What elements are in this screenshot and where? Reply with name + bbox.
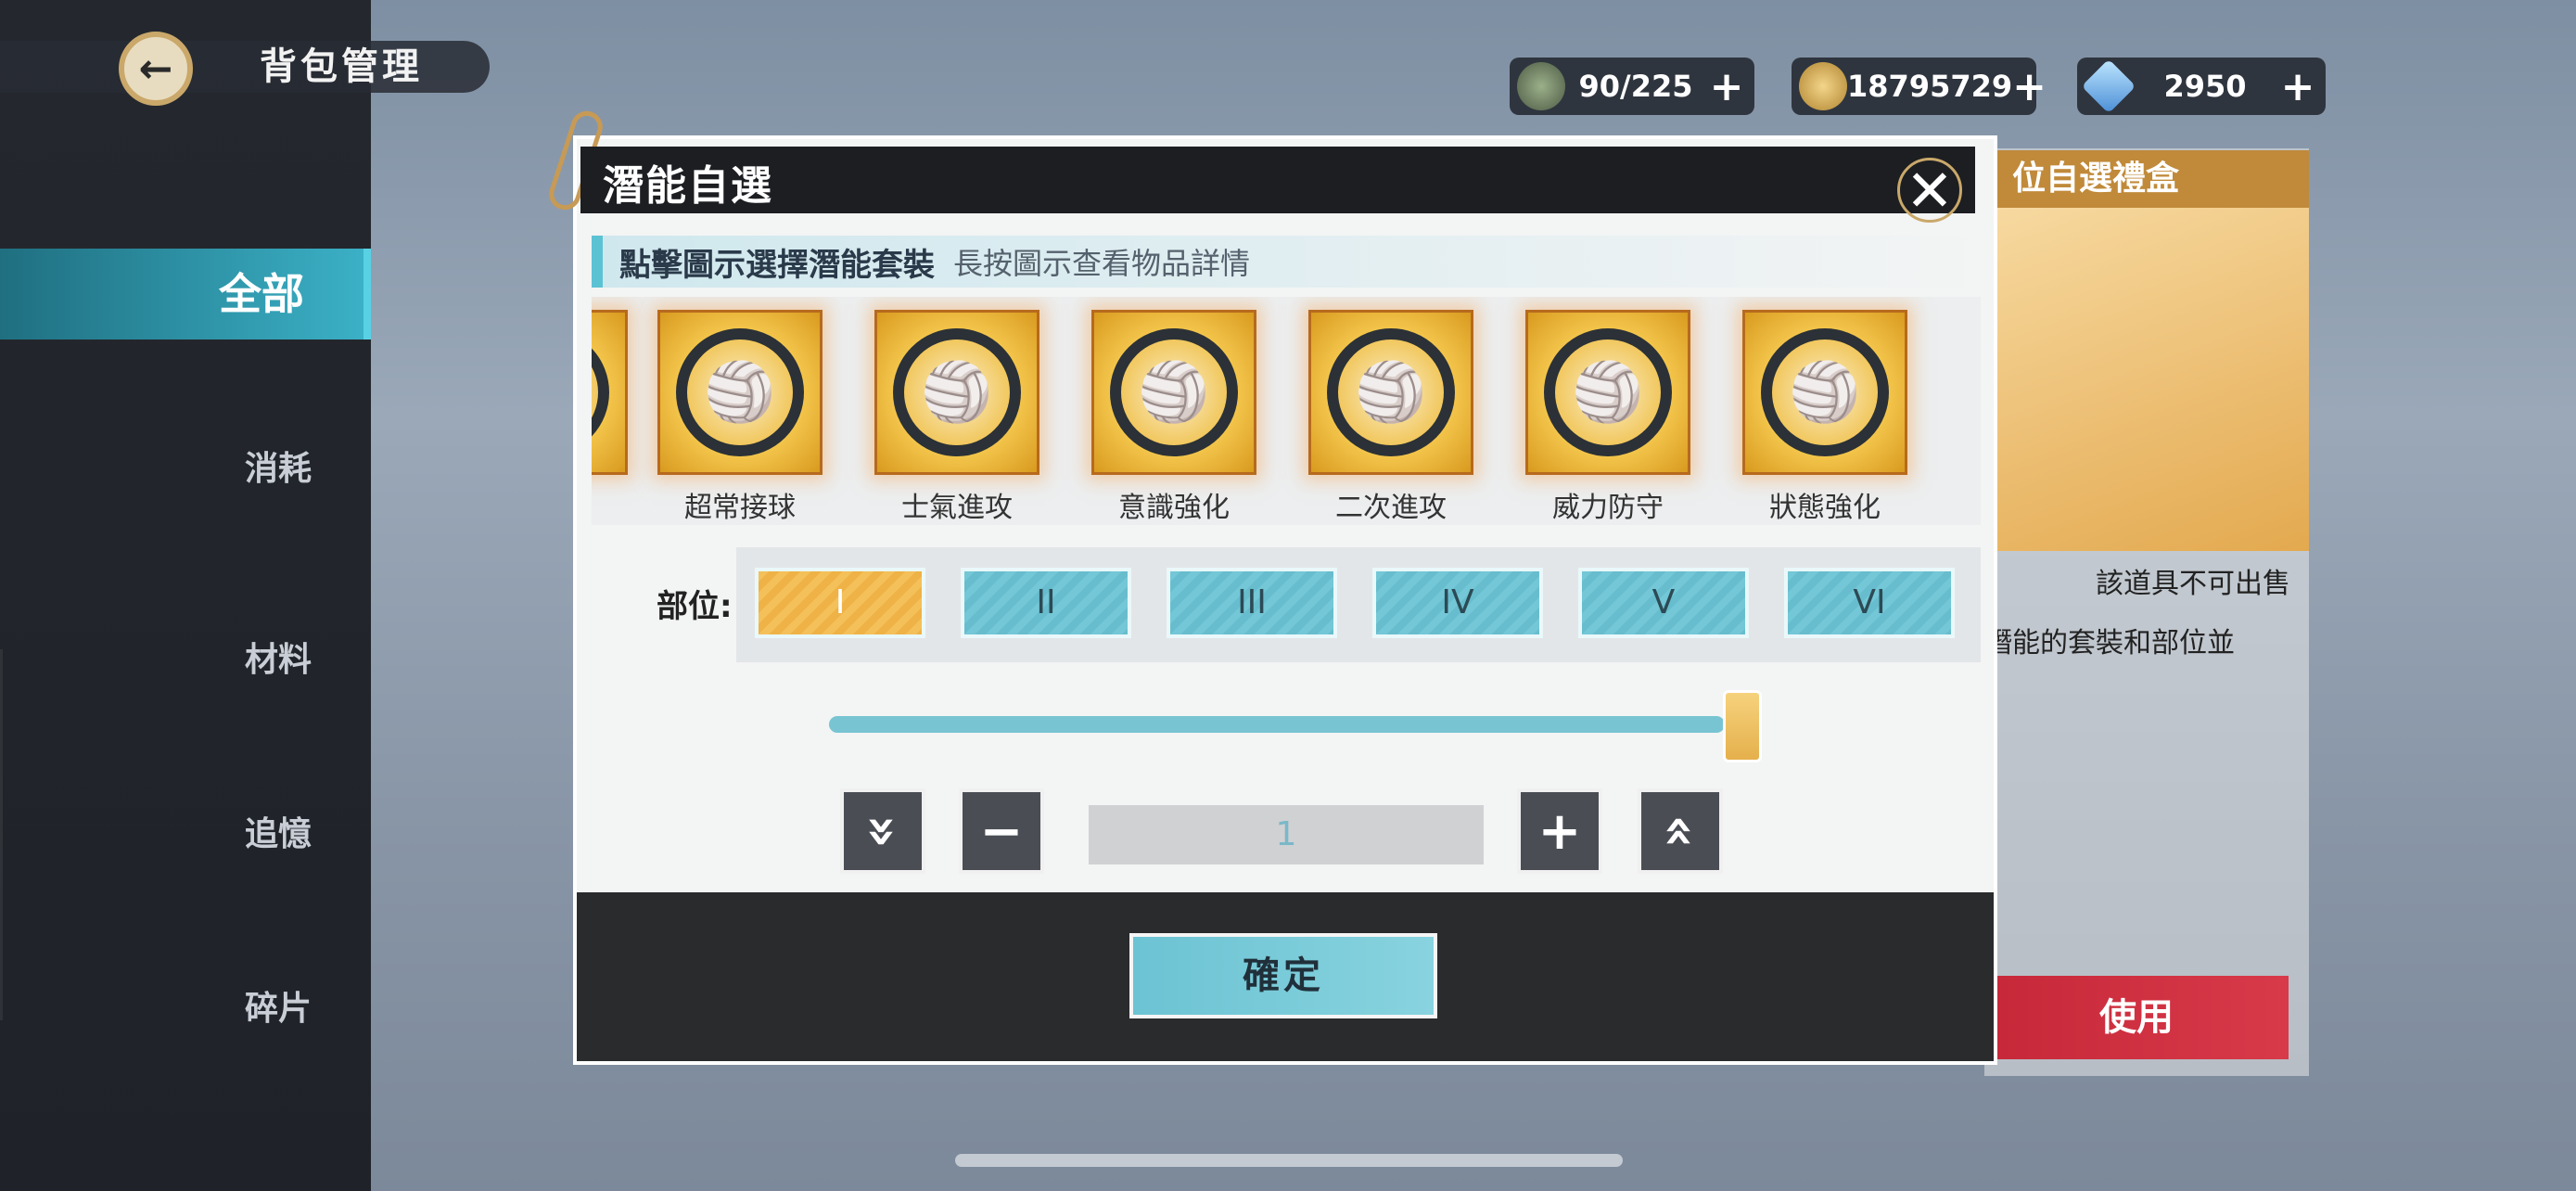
- dialog-header: 潛能自選 ✕: [580, 147, 1975, 224]
- set-label: 二次進攻: [1335, 492, 1447, 524]
- item-detail-title: 位自選禮盒: [1994, 150, 2309, 208]
- set-carousel[interactable]: 🏐 超常接球 🏐 士氣進攻 🏐 意識強化 🏐 二次進攻 🏐 威力防守 🏐 狀態強…: [592, 297, 1981, 525]
- sidebar-item-memories[interactable]: 追憶: [0, 807, 371, 855]
- increase-button[interactable]: +: [1517, 788, 1602, 874]
- set-label: 狀態強化: [1769, 492, 1881, 524]
- volleyball-player-icon: 🏐: [1138, 358, 1210, 426]
- double-chevron-up-icon: «: [1650, 813, 1711, 849]
- set-item-awareness-boost[interactable]: 🏐 意識強化: [1090, 310, 1257, 525]
- part-button-v[interactable]: V: [1578, 568, 1749, 638]
- category-sidebar: 全部 消耗 材料 追憶 碎片: [0, 0, 371, 1191]
- tent-icon: [1517, 62, 1565, 110]
- set-item-partial[interactable]: [592, 310, 629, 475]
- volleyball-player-icon: 🏐: [1572, 358, 1644, 426]
- diamond-value: 2950: [2163, 69, 2247, 104]
- diamond-resource: 2950 +: [2077, 58, 2326, 115]
- volleyball-player-icon: 🏐: [704, 358, 776, 426]
- home-indicator: [955, 1154, 1623, 1167]
- set-item-super-receive[interactable]: 🏐 超常接球: [657, 310, 823, 525]
- volleyball-player-icon: 🏐: [921, 358, 993, 426]
- close-button[interactable]: ✕: [1897, 156, 1962, 224]
- parts-label: 部位:: [657, 588, 733, 625]
- set-item-power-defense[interactable]: 🏐 威力防守: [1524, 310, 1691, 525]
- set-item-second-attack[interactable]: 🏐 二次進攻: [1307, 310, 1474, 525]
- part-button-i[interactable]: I: [755, 568, 925, 638]
- diamond-icon: [2081, 58, 2136, 114]
- set-label: 士氣進攻: [901, 492, 1013, 524]
- stamina-resource: 90/225 +: [1510, 58, 1754, 115]
- sidebar-item-fragments[interactable]: 碎片: [0, 981, 371, 1030]
- potential-select-dialog: 潛能自選 ✕ 點擊圖示選擇潛能套裝 長按圖示查看物品詳情 🏐 超常接球 🏐 士氣…: [544, 107, 1994, 1061]
- part-button-iv[interactable]: IV: [1372, 568, 1543, 638]
- set-item-condition-boost[interactable]: 🏐 狀態強化: [1741, 310, 1908, 525]
- add-diamond-button[interactable]: +: [2277, 63, 2318, 110]
- instruction-bar: 點擊圖示選擇潛能套裝 長按圖示查看物品詳情: [592, 236, 1979, 288]
- back-arrow-icon: ←: [138, 45, 173, 93]
- close-icon: ✕: [1906, 156, 1954, 224]
- stamina-value: 90/225: [1578, 69, 1693, 104]
- back-button[interactable]: ←: [119, 32, 193, 106]
- sidebar-item-consumables[interactable]: 消耗: [0, 442, 371, 490]
- add-stamina-button[interactable]: +: [1706, 63, 1747, 110]
- page-title: 背包管理: [260, 45, 423, 88]
- decrease-button[interactable]: −: [959, 788, 1044, 874]
- not-sellable-note: 該道具不可出售: [2096, 568, 2290, 600]
- confirm-button[interactable]: 確定: [1129, 933, 1437, 1018]
- part-button-ii[interactable]: II: [961, 568, 1131, 638]
- coin-icon: [1799, 62, 1847, 110]
- sidebar-item-materials[interactable]: 材料: [0, 633, 371, 681]
- slider-handle[interactable]: [1723, 690, 1762, 762]
- min-quantity-button[interactable]: »: [840, 788, 925, 874]
- sidebar-item-all[interactable]: 全部: [0, 249, 371, 339]
- quantity-slider[interactable]: [829, 716, 1725, 733]
- part-button-vi[interactable]: VI: [1784, 568, 1955, 638]
- volleyball-player-icon: 🏐: [1355, 358, 1427, 426]
- part-button-iii[interactable]: III: [1167, 568, 1337, 638]
- gold-resource: 18795729 +: [1792, 58, 2047, 115]
- volleyball-player-icon: 🏐: [1789, 358, 1861, 426]
- gold-value: 18795729: [1847, 69, 2013, 104]
- minus-icon: −: [979, 800, 1024, 862]
- set-label: 意識強化: [1118, 492, 1230, 524]
- set-item-morale-attack[interactable]: 🏐 士氣進攻: [874, 310, 1040, 525]
- gift-box-image: [1994, 208, 2309, 551]
- max-quantity-button[interactable]: «: [1638, 788, 1723, 874]
- use-button[interactable]: 使用: [1984, 976, 2289, 1059]
- double-chevron-down-icon: »: [852, 813, 913, 849]
- add-gold-button[interactable]: +: [2012, 63, 2047, 110]
- instruction-hint: 長按圖示查看物品詳情: [953, 246, 1251, 281]
- instruction-main: 點擊圖示選擇潛能套裝: [619, 246, 935, 284]
- plus-icon: +: [1537, 800, 1582, 862]
- dialog-title: 潛能自選: [603, 162, 773, 210]
- set-label: 超常接球: [684, 492, 796, 524]
- set-label: 威力防守: [1552, 492, 1664, 524]
- quantity-field[interactable]: 1: [1089, 805, 1484, 864]
- item-description: 潛能的套裝和部位並: [1984, 627, 2235, 660]
